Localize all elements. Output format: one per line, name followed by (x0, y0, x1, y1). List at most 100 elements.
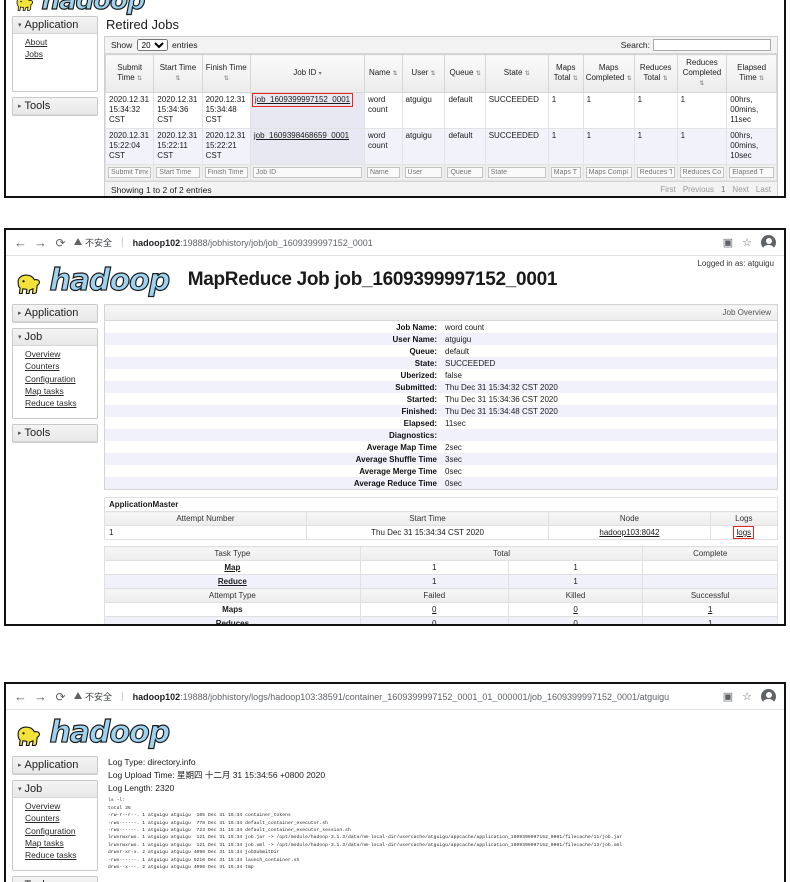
bookmark-star-icon[interactable]: ☆ (742, 236, 752, 249)
profile-avatar-icon[interactable] (761, 689, 776, 706)
filter-elapsed-time[interactable] (729, 166, 774, 178)
col-maps-total[interactable]: Maps Total ⇅ (547, 54, 584, 93)
pager-next[interactable]: Next (732, 185, 748, 194)
sidebar-link-map-tasks[interactable]: Map tasks (25, 385, 93, 397)
maps-failed-link[interactable]: 0 (432, 605, 436, 614)
job-id-link[interactable]: job_1609399997152_0001 (255, 95, 350, 104)
node-link[interactable]: hadoop103:8042 (599, 528, 659, 537)
address-bar-2[interactable]: hadoop102:19888/jobhistory/job/job_16093… (133, 238, 710, 248)
security-chip-3[interactable]: 不安全 (74, 690, 112, 703)
sidebar-link-configuration[interactable]: Configuration (25, 825, 93, 837)
install-app-icon[interactable]: ▣ (723, 236, 733, 249)
back-icon[interactable]: ← (14, 690, 27, 703)
url-host: hadoop102 (132, 237, 181, 248)
col-queue[interactable]: Queue ⇅ (444, 54, 486, 93)
col-reduces-total[interactable]: Reduces Total ⇅ (633, 54, 678, 93)
install-app-icon[interactable]: ▣ (723, 690, 733, 703)
search-input[interactable] (653, 39, 771, 51)
sidebar-link-reduce-tasks[interactable]: Reduce tasks (25, 397, 93, 409)
pager-first[interactable]: First (660, 185, 676, 194)
jobs-table-header-row: Submit Time ⇅ Start Time ⇅ Finish Time ⇅… (104, 54, 777, 93)
maps-killed-link[interactable]: 0 (573, 605, 577, 614)
logs-link[interactable]: logs (736, 528, 751, 537)
security-label: 不安全 (85, 238, 113, 248)
sidebar-link-jobs[interactable]: Jobs (25, 48, 93, 60)
sidebar-link-overview[interactable]: Overview (25, 800, 93, 812)
pager-page-1[interactable]: 1 (721, 185, 725, 194)
filter-maps-total[interactable] (550, 166, 581, 178)
attempts-header-row: Attempt Type Failed Killed Successful (104, 588, 778, 603)
reload-icon[interactable]: ⟳ (54, 237, 67, 249)
log-length-line: Log Length: 2320 (108, 782, 175, 793)
col-name[interactable]: Name ⇅ (363, 54, 403, 93)
filter-reduces-total[interactable] (636, 166, 675, 178)
map-tasks-link[interactable]: Map (224, 563, 240, 572)
sidebar-link-overview[interactable]: Overview (25, 348, 93, 360)
col-reduces-completed[interactable]: Reduces Completed ⇅ (676, 54, 728, 93)
pager-previous[interactable]: Previous (683, 185, 714, 194)
sidebar-item-application[interactable]: ▸ Application (13, 757, 97, 774)
filter-cell (363, 163, 403, 181)
pager-last[interactable]: Last (756, 185, 771, 194)
show-label: Show (111, 40, 133, 50)
col-submit-time[interactable]: Submit Time ⇅ (104, 54, 155, 93)
col-label: State (503, 68, 523, 77)
filter-start-time[interactable] (156, 166, 200, 178)
reduces-failed-link[interactable]: 0 (432, 619, 436, 624)
sidebar-group-application-3: ▸ Application (12, 756, 98, 775)
col-user[interactable]: User ⇅ (401, 54, 446, 93)
sidebar-item-tools[interactable]: ▸Tools (13, 876, 97, 882)
reduces-successful-link[interactable]: 1 (708, 619, 712, 624)
address-bar-3[interactable]: hadoop102:19888/jobhistory/logs/hadoop10… (133, 692, 710, 702)
sidebar-link-counters[interactable]: Counters (25, 812, 93, 824)
reload-icon[interactable]: ⟳ (54, 691, 67, 703)
elephant-icon-1 (14, 0, 36, 15)
bookmark-star-icon[interactable]: ☆ (742, 690, 752, 703)
sidebar-link-counters[interactable]: Counters (25, 360, 93, 372)
forward-icon[interactable]: → (34, 236, 47, 249)
sidebar-item-job[interactable]: ▾ Job (13, 781, 97, 798)
filter-finish-time[interactable] (204, 166, 248, 178)
col-elapsed-time[interactable]: Elapsed Time ⇅ (726, 54, 777, 93)
sidebar-item-job[interactable]: ▾ Job (13, 329, 97, 346)
filter-maps-completed[interactable] (585, 166, 632, 178)
col-job-id[interactable]: Job ID ▾ (249, 54, 365, 93)
sidebar-link-reduce-tasks[interactable]: Reduce tasks (25, 849, 93, 861)
filter-reduces-completed[interactable] (679, 166, 725, 178)
sidebar-item-tools[interactable]: ▸Tools (13, 97, 97, 115)
cell-start-time: 2020.12.31 15:22:11 CST (153, 127, 203, 165)
col-start-time[interactable]: Start Time ⇅ (153, 54, 203, 93)
filter-queue[interactable] (447, 166, 483, 178)
col-state[interactable]: State ⇅ (484, 54, 549, 93)
table-row[interactable]: 2020.12.31 15:34:32 CST 2020.12.31 15:34… (104, 91, 777, 129)
sidebar-link-configuration[interactable]: Configuration (25, 373, 93, 385)
sidebar-link-map-tasks[interactable]: Map tasks (25, 837, 93, 849)
sidebar-item-application[interactable]: ▾ Application (13, 17, 97, 34)
sidebar-item-tools[interactable]: ▸Tools (13, 424, 97, 442)
page-size-select[interactable]: 20 (136, 39, 168, 51)
col-label: Finish Time (205, 63, 247, 72)
cell-queue: default (444, 127, 486, 165)
security-chip-2[interactable]: 不安全 (74, 236, 112, 249)
entries-info: Showing 1 to 2 of 2 entries (111, 184, 212, 195)
profile-avatar-icon[interactable] (761, 235, 776, 252)
forward-icon[interactable]: → (34, 690, 47, 703)
col-maps-completed[interactable]: Maps Completed ⇅ (582, 54, 635, 93)
cell-reduces-total: 1 (633, 91, 678, 129)
sidebar-item-application[interactable]: ▸ Application (13, 305, 97, 322)
reduce-tasks-link[interactable]: Reduce (218, 577, 247, 586)
filter-name[interactable] (366, 166, 400, 178)
sidebar-link-about[interactable]: About (25, 36, 93, 48)
reduces-killed-link[interactable]: 0 (573, 619, 577, 624)
filter-job-id[interactable] (252, 166, 362, 178)
job-id-link[interactable]: job_1609398468659_0001 (254, 131, 349, 140)
filter-user[interactable] (404, 166, 443, 178)
log-content: ls -l: total 36 -rw-r--r--. 1 atguigu at… (108, 798, 623, 871)
back-icon[interactable]: ← (14, 236, 27, 249)
filter-submit-time[interactable] (108, 166, 152, 178)
overview-row: Queue: default (105, 345, 778, 357)
maps-successful-link[interactable]: 1 (708, 605, 712, 614)
filter-state[interactable] (487, 166, 546, 178)
col-finish-time[interactable]: Finish Time ⇅ (201, 54, 251, 93)
table-row[interactable]: 2020.12.31 15:22:04 CST 2020.12.31 15:22… (104, 127, 777, 165)
